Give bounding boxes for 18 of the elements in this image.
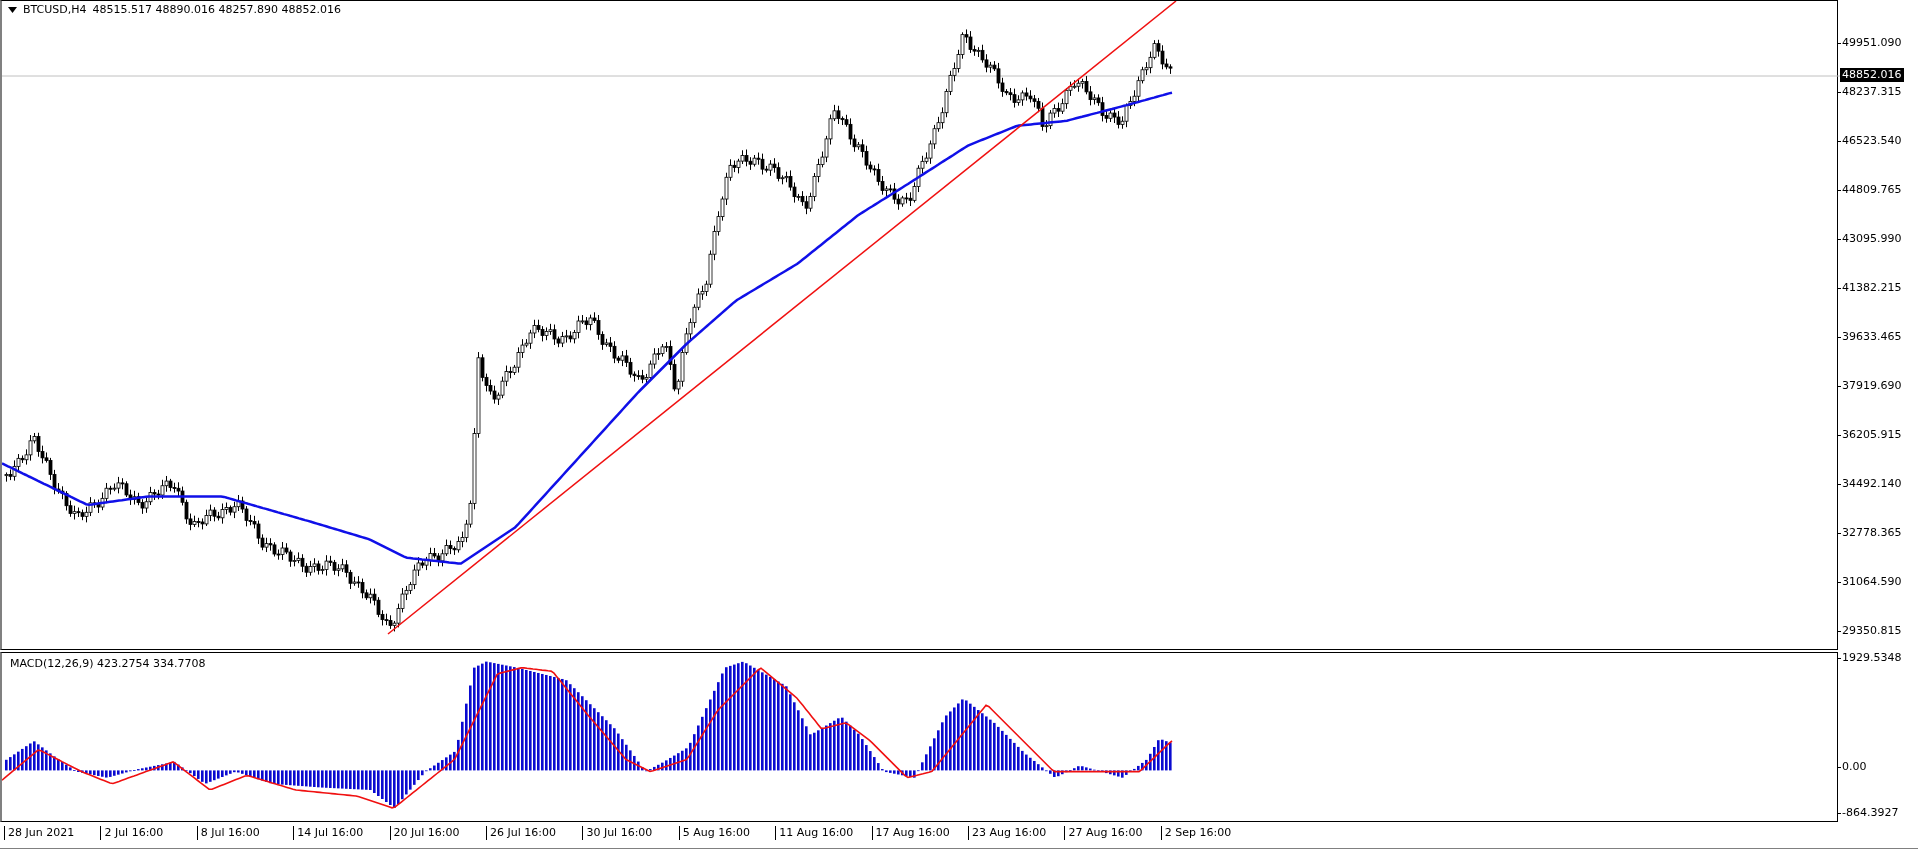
- time-axis-label: 23 Aug 16:00: [968, 826, 1047, 840]
- time-axis-label: 20 Jul 16:00: [389, 826, 460, 840]
- time-axis-label: 5 Aug 16:00: [678, 826, 750, 840]
- time-axis-label: 11 Aug 16:00: [775, 826, 854, 840]
- dropdown-triangle-icon[interactable]: [8, 6, 17, 13]
- current-price-tag: 48852.016: [1840, 68, 1904, 82]
- time-axis-label: 28 Jun 2021: [4, 826, 75, 840]
- time-axis-label: 2 Sep 16:00: [1160, 826, 1232, 840]
- time-axis-label: 2 Jul 16:00: [100, 826, 164, 840]
- time-axis-label: 27 Aug 16:00: [1064, 826, 1143, 840]
- symbol-label: BTCUSD,H4: [23, 3, 87, 16]
- time-axis-label: 26 Jul 16:00: [486, 826, 556, 840]
- time-axis-label: 17 Aug 16:00: [871, 826, 950, 840]
- time-axis-label: 8 Jul 16:00: [196, 826, 260, 840]
- macd-label: MACD(12,26,9) 423.2754 334.7708: [10, 657, 206, 670]
- ohlc-values: 48515.517 48890.016 48257.890 48852.016: [92, 3, 341, 16]
- time-axis-label: 14 Jul 16:00: [293, 826, 364, 840]
- time-axis-label: 30 Jul 16:00: [582, 826, 653, 840]
